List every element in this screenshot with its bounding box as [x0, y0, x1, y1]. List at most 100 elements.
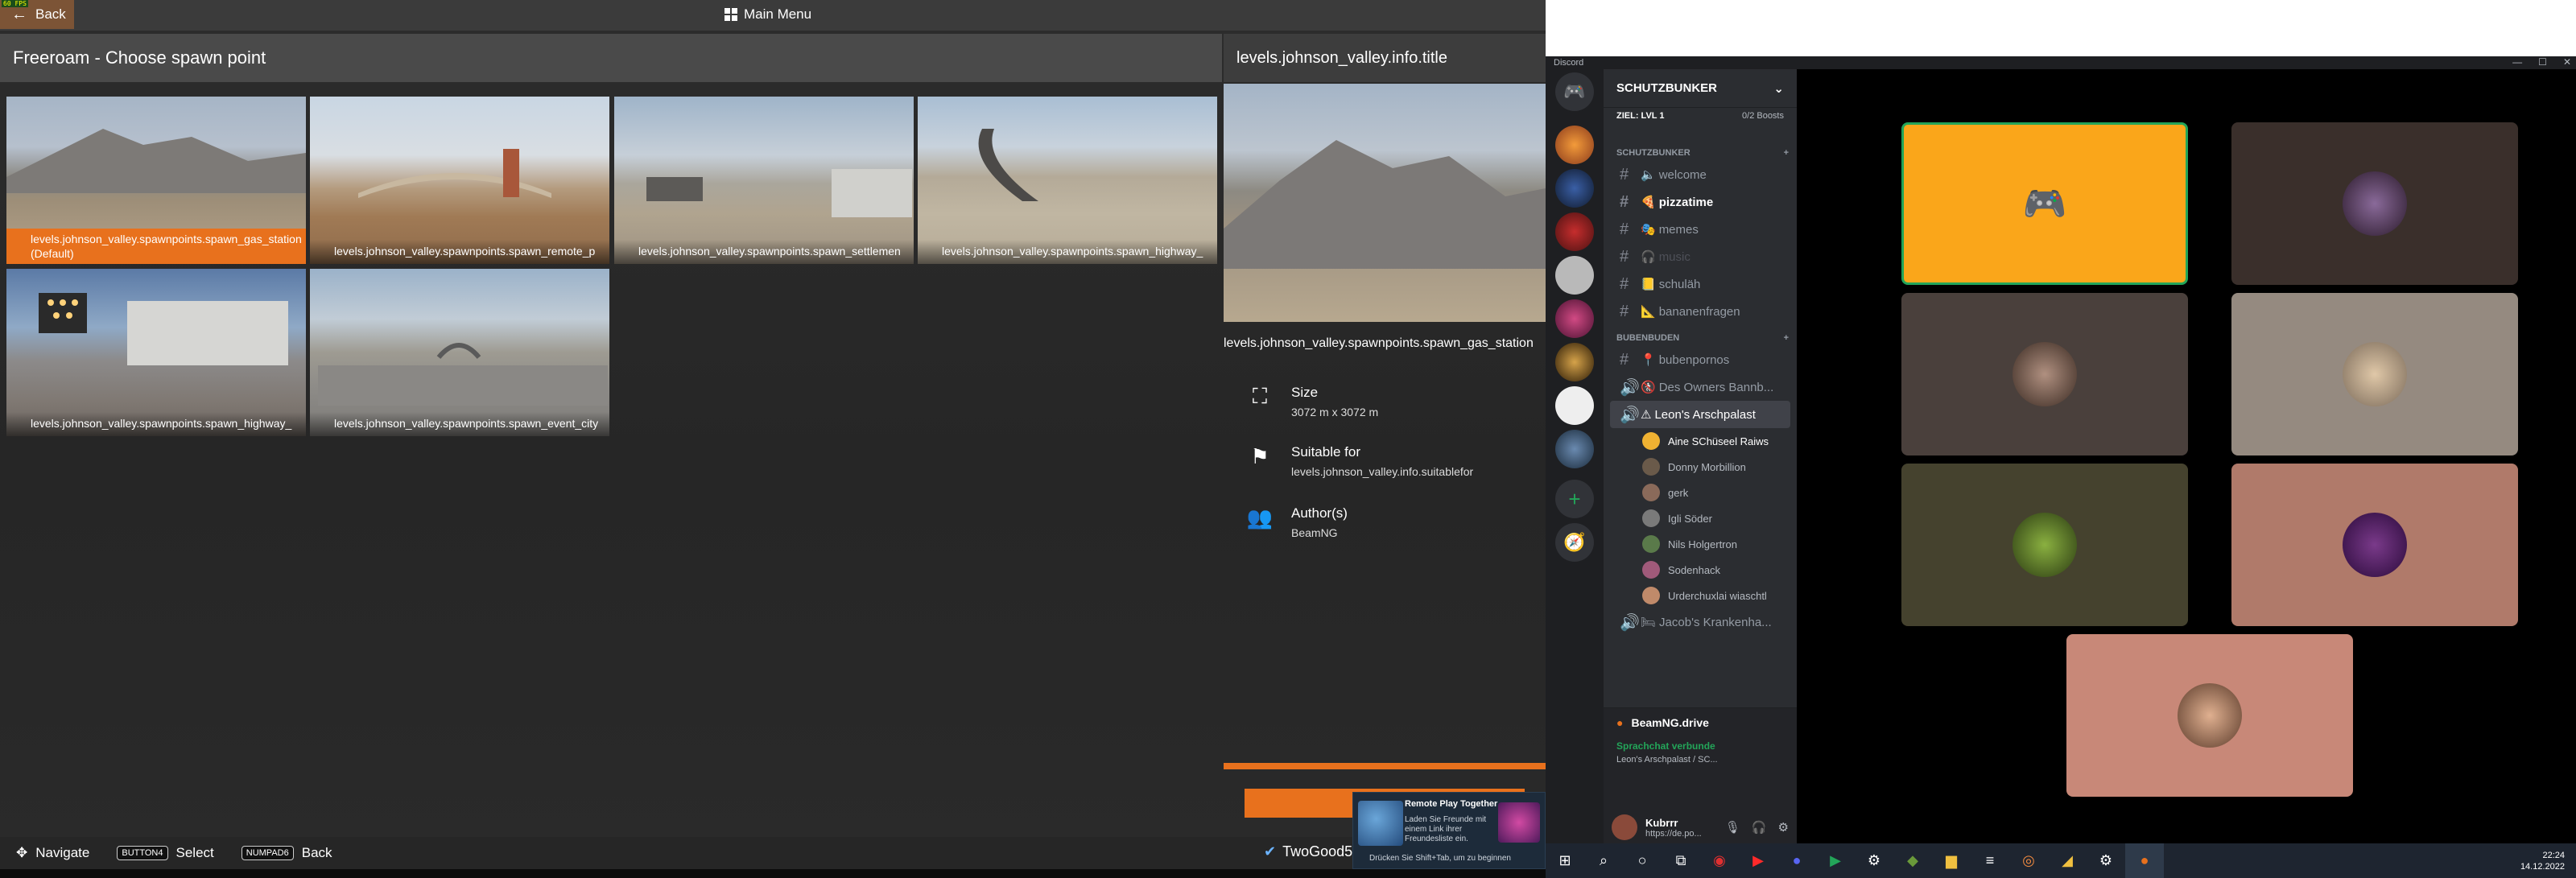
size-value: 3072 m x 3072 m: [1291, 406, 1379, 418]
discord-icon[interactable]: ●: [1777, 843, 1816, 878]
voice-member[interactable]: Igli Söder: [1604, 505, 1797, 531]
channel-owners-bann[interactable]: 🔊 🚷 Des Owners Bannb...: [1604, 373, 1797, 401]
participant-tile[interactable]: [2066, 634, 2353, 797]
app-icon[interactable]: ≡: [1971, 843, 2009, 878]
app-icon[interactable]: ▶: [1816, 843, 1855, 878]
server-icon[interactable]: [1555, 386, 1594, 425]
windows-start-icon[interactable]: ⊞: [1546, 843, 1584, 878]
voice-member[interactable]: gerk: [1604, 480, 1797, 505]
avatar: [2343, 171, 2407, 236]
category-header[interactable]: BUBENBUDEN +: [1604, 325, 1797, 346]
boost-bar[interactable]: ZIEL: LVL 1 0/2 Boosts: [1604, 108, 1797, 140]
beamng-window: ← Back 60 FPS Main Menu Freeroam - Choos…: [0, 0, 1546, 869]
file-explorer-icon[interactable]: ▆: [1932, 843, 1971, 878]
spawn-name: levels.johnson_valley.spawnpoints.spawn_…: [1224, 336, 1534, 350]
avatar: [2013, 342, 2077, 406]
voice-member[interactable]: Aine SChüseel Raiws: [1604, 428, 1797, 454]
plus-icon[interactable]: +: [1784, 333, 1789, 343]
rv-image: [39, 293, 288, 365]
minimize-icon[interactable]: —: [2512, 56, 2522, 68]
headphones-icon[interactable]: 🎧: [1752, 820, 1767, 835]
size-label: Size: [1291, 385, 1319, 400]
app-icon[interactable]: ◢: [2048, 843, 2087, 878]
spawn-preview-image: [1224, 84, 1546, 322]
compass-icon[interactable]: 🧭: [1555, 523, 1594, 562]
server-icon[interactable]: [1555, 212, 1594, 251]
spawn-tile-label: levels.johnson_valley.spawnpoints.spawn_…: [6, 229, 306, 264]
hint-navigate: ✥ Navigate: [16, 845, 90, 860]
channel-voice-active[interactable]: 🔊 ⚠ Leon's Arschpalast: [1610, 401, 1790, 428]
server-header[interactable]: SCHUTZBUNKER ⌄: [1604, 69, 1797, 108]
server-icon[interactable]: [1555, 256, 1594, 295]
youtube-icon[interactable]: ▶: [1739, 843, 1777, 878]
maximize-icon[interactable]: ☐: [2538, 56, 2547, 68]
server-icon[interactable]: [1555, 126, 1594, 164]
beamng-icon[interactable]: ●: [2125, 843, 2164, 878]
add-server-icon[interactable]: +: [1555, 480, 1594, 518]
spawn-tile-remote[interactable]: levels.johnson_valley.spawnpoints.spawn_…: [310, 97, 609, 264]
channel-bubenpornos[interactable]: # 📍 bubenpornos: [1604, 346, 1797, 373]
steam-icon[interactable]: ⚙: [1855, 843, 1893, 878]
spawn-tile-event-city[interactable]: levels.johnson_valley.spawnpoints.spawn_…: [310, 269, 609, 436]
steam-toast[interactable]: Remote Play Together Laden Sie Freunde m…: [1352, 792, 1546, 869]
channel-welcome[interactable]: # 🔈 welcome: [1604, 161, 1797, 188]
spawn-tile-label: levels.johnson_valley.spawnpoints.spawn_…: [6, 412, 306, 436]
participant-tile[interactable]: [1901, 293, 2188, 455]
channel-schulah[interactable]: # 📒 schuläh: [1604, 270, 1797, 298]
server-icon[interactable]: [1555, 299, 1594, 338]
opera-icon[interactable]: ◉: [1700, 843, 1739, 878]
toast-body: Laden Sie Freunde mit einem Link ihrer F…: [1405, 815, 1487, 843]
server-icon[interactable]: [1555, 169, 1594, 208]
main-menu-button[interactable]: Main Menu: [724, 6, 811, 23]
voice-member[interactable]: Nils Holgertron: [1604, 531, 1797, 557]
avatar[interactable]: [1612, 814, 1637, 840]
avatar: [1642, 561, 1660, 579]
hash-icon: #: [1620, 165, 1629, 183]
voice-member[interactable]: Urderchuxlai wiaschtl: [1604, 583, 1797, 608]
activity-row[interactable]: ● BeamNG.drive: [1604, 708, 1797, 737]
close-icon[interactable]: ✕: [2563, 56, 2571, 68]
author-property: 👥 Author(s) BeamNG: [1247, 505, 1348, 540]
chevron-down-icon: ⌄: [1773, 81, 1784, 96]
participant-tile[interactable]: [1901, 464, 2188, 626]
cortana-icon[interactable]: ○: [1623, 843, 1662, 878]
channel-bananenfragen[interactable]: # 📐 bananenfragen: [1604, 298, 1797, 325]
channel-memes[interactable]: # 🎭 memes: [1604, 216, 1797, 243]
channel-pizzatime[interactable]: # 🍕 pizzatime: [1604, 188, 1797, 216]
city-image: [318, 343, 608, 406]
voice-member[interactable]: Sodenhack: [1604, 557, 1797, 583]
plus-icon[interactable]: +: [1784, 148, 1789, 158]
steam-icon[interactable]: ⚙: [2087, 843, 2125, 878]
participant-tile[interactable]: [2231, 122, 2518, 285]
user-status: https://de.po...: [1645, 828, 1702, 839]
channel-jacob[interactable]: 🔊 🛏 Jacob's Krankenha...: [1604, 608, 1797, 636]
clock[interactable]: 22:24 14.12.2022: [2520, 850, 2565, 872]
spawn-tile-gas-station[interactable]: levels.johnson_valley.spawnpoints.spawn_…: [6, 97, 306, 264]
page-title-text: Freeroam - Choose spawn point: [13, 47, 266, 68]
server-icon[interactable]: [1555, 343, 1594, 381]
gear-icon[interactable]: ⚙: [1778, 820, 1789, 835]
category-header[interactable]: SCHUTZBUNKER +: [1604, 140, 1797, 161]
participant-tile[interactable]: [2231, 464, 2518, 626]
discord-home-icon[interactable]: 🎮: [1555, 72, 1594, 111]
spawn-tile-label: levels.johnson_valley.spawnpoints.spawn_…: [614, 240, 914, 264]
spawn-tile-highway-2[interactable]: levels.johnson_valley.spawnpoints.spawn_…: [6, 269, 306, 436]
search-icon[interactable]: ⌕: [1584, 843, 1623, 878]
main-menu-label: Main Menu: [744, 6, 812, 22]
mic-icon[interactable]: 🎙: [1725, 820, 1740, 835]
expand-icon: ⛶: [1252, 384, 1268, 408]
minecraft-icon[interactable]: ◆: [1893, 843, 1932, 878]
voice-member[interactable]: Donny Morbillion: [1604, 454, 1797, 480]
participant-tile[interactable]: 🎮: [1901, 122, 2188, 285]
voice-channel-name[interactable]: Leon's Arschpalast / SC...: [1604, 755, 1797, 765]
channel-music[interactable]: # 🎧 music: [1604, 243, 1797, 270]
participant-tile[interactable]: [2231, 293, 2518, 455]
spawn-tile-settlement[interactable]: levels.johnson_valley.spawnpoints.spawn_…: [614, 97, 914, 264]
spawn-tile-highway-1[interactable]: levels.johnson_valley.spawnpoints.spawn_…: [918, 97, 1217, 264]
trailer-image: [646, 169, 912, 217]
server-icon[interactable]: [1555, 430, 1594, 468]
task-view-icon[interactable]: ⧉: [1662, 843, 1700, 878]
author-value: BeamNG: [1291, 526, 1338, 539]
app-icon[interactable]: ◎: [2009, 843, 2048, 878]
beamng-icon: ●: [1616, 716, 1624, 729]
